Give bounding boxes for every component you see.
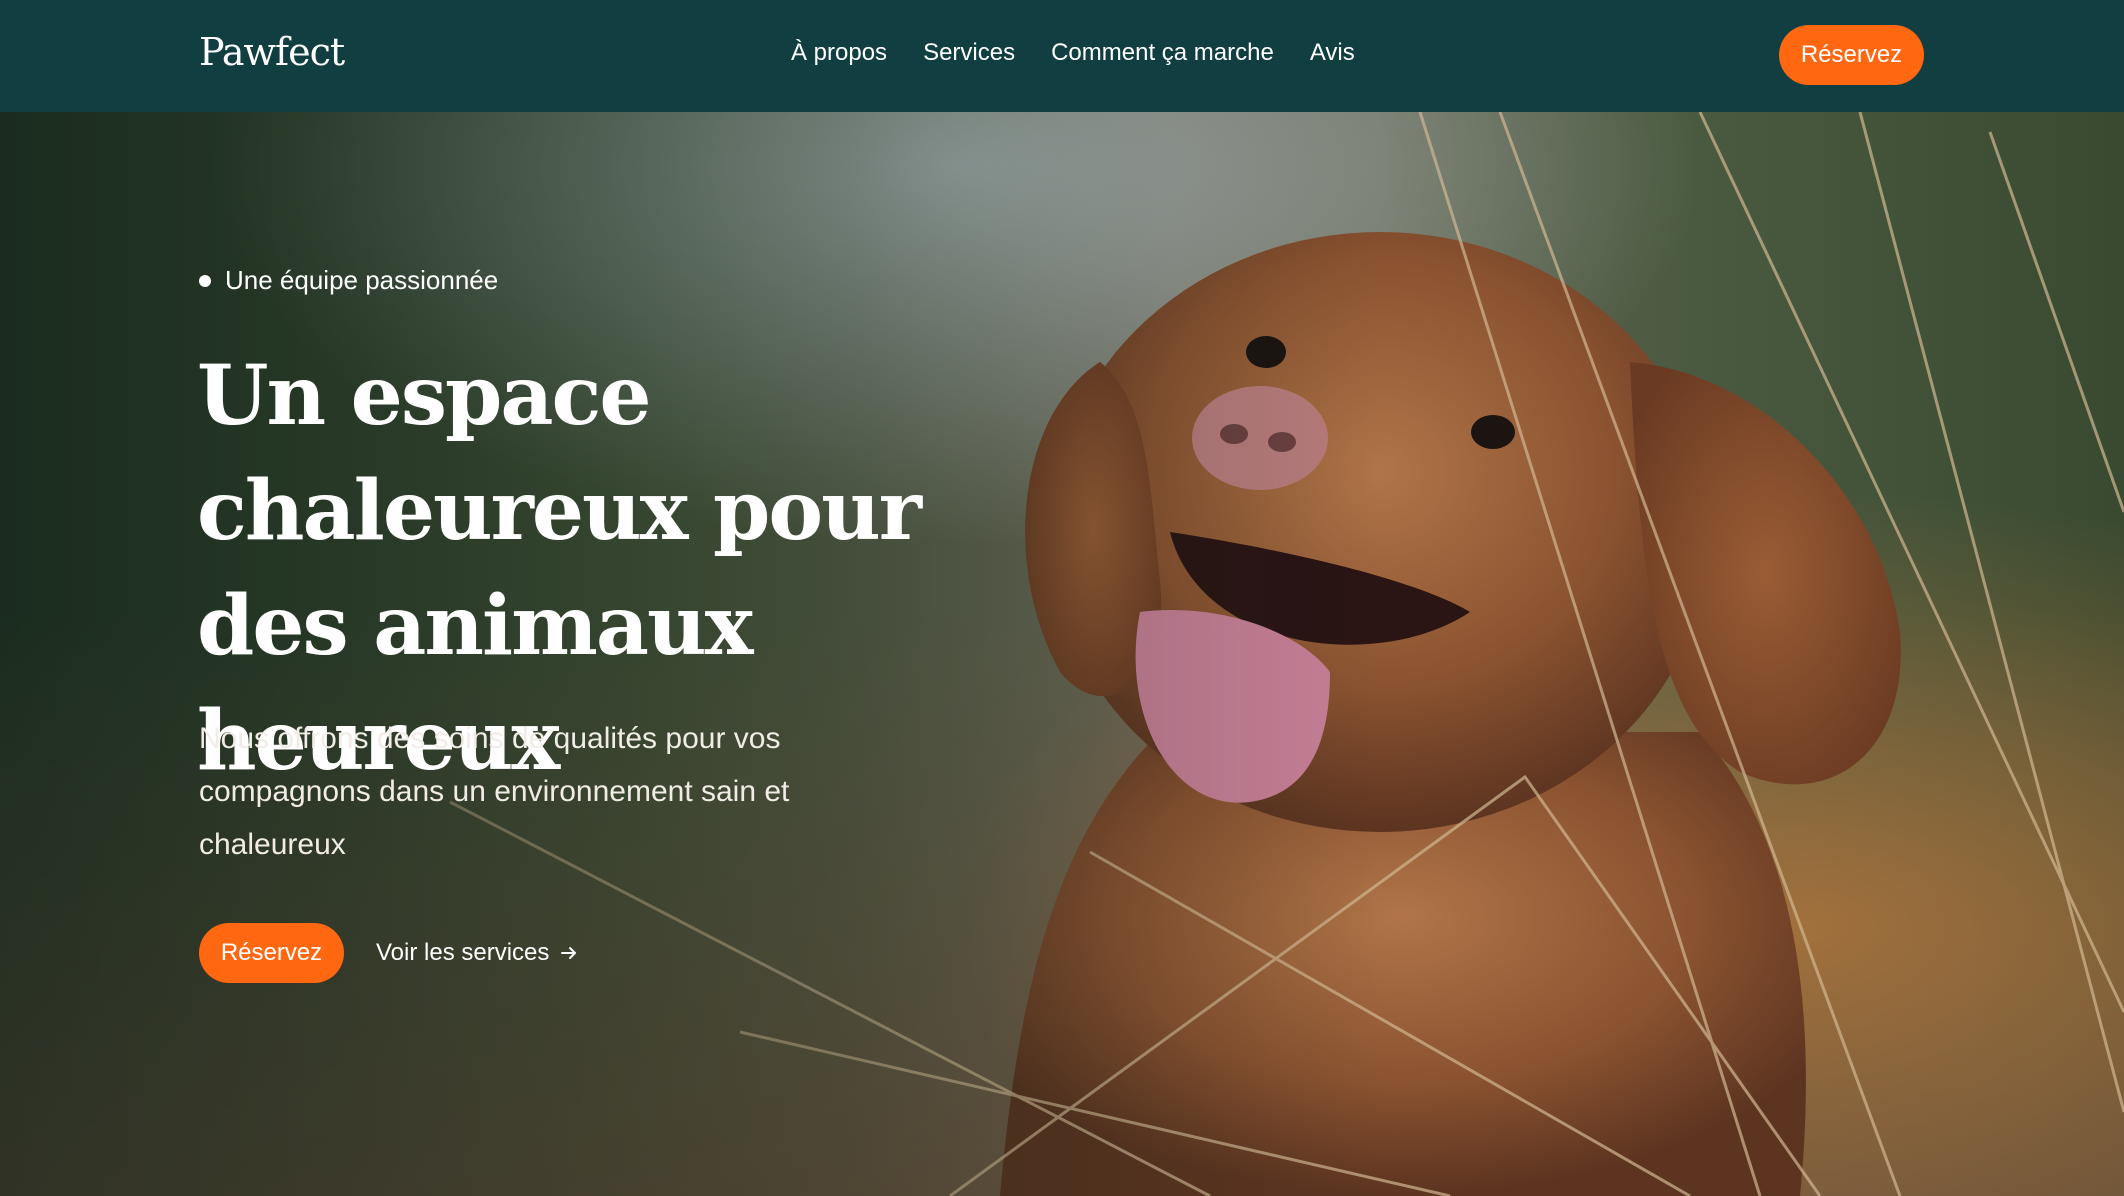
hero-section: Une équipe passionnée Un espace chaleure… [0,112,2124,1196]
nav-link-reviews[interactable]: Avis [1310,39,1355,67]
top-navbar: Pawfect À propos Services Comment ça mar… [0,0,2124,112]
brand-logo[interactable]: Pawfect [199,30,345,74]
hero-book-button[interactable]: Réservez [199,923,344,983]
nav-book-button[interactable]: Réservez [1779,25,1924,85]
main-nav: À propos Services Comment ça marche Avis [791,39,1355,67]
nav-link-services[interactable]: Services [923,39,1015,67]
view-services-label: Voir les services [376,939,550,966]
hero-subtext: Nous offrons des soins de qualités pour … [199,722,790,861]
nav-link-about[interactable]: À propos [791,39,887,67]
view-services-link[interactable]: Voir les services [376,939,579,967]
arrow-right-icon [561,947,577,959]
bullet-dot-icon [199,274,211,287]
hero-eyebrow: Une équipe passionnée [199,265,498,296]
nav-link-how-it-works[interactable]: Comment ça marche [1051,39,1274,67]
hero-eyebrow-text: Une équipe passionnée [225,265,499,295]
